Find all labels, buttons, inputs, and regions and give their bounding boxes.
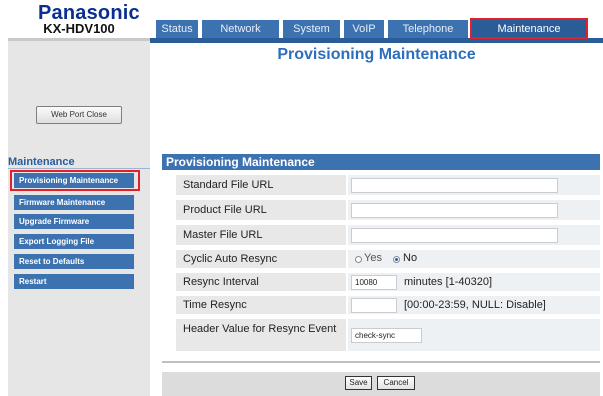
web-port-close-button[interactable]: Web Port Close [36, 106, 122, 124]
resync-yes-radio[interactable] [355, 256, 362, 263]
cancel-button[interactable]: Cancel [377, 376, 415, 390]
header-value-label: Header Value for Resync Event [176, 319, 346, 351]
master-file-url-input[interactable] [351, 228, 558, 243]
product-file-url-input[interactable] [351, 203, 558, 218]
master-file-url-label: Master File URL [176, 225, 346, 245]
nav-item-export-logging-file[interactable]: Export Logging File [14, 234, 134, 249]
standard-file-url-label: Standard File URL [176, 175, 346, 195]
resync-no-label: No [403, 252, 418, 264]
resync-yes-label: Yes [364, 252, 382, 264]
tab-voip[interactable]: VoIP [344, 20, 384, 38]
nav-item-upgrade-firmware[interactable]: Upgrade Firmware [14, 214, 134, 229]
cyclic-auto-resync-label: Cyclic Auto Resync [176, 250, 346, 268]
resync-interval-label: Resync Interval [176, 273, 346, 291]
tab-network[interactable]: Network [202, 20, 279, 38]
resync-no-radio[interactable] [393, 256, 400, 263]
page-title: Provisioning Maintenance [277, 46, 476, 63]
section-header: Provisioning Maintenance [162, 154, 600, 170]
nav-item-firmware-maintenance[interactable]: Firmware Maintenance [14, 195, 134, 210]
tab-system[interactable]: System [283, 20, 340, 38]
time-resync-label: Time Resync [176, 296, 346, 314]
tab-status[interactable]: Status [156, 20, 198, 38]
standard-file-url-input[interactable] [351, 178, 558, 193]
time-resync-hint: [00:00-23:59, NULL: Disable] [404, 299, 546, 311]
nav-title-divider [8, 168, 150, 169]
header-value-input[interactable]: check-sync [351, 328, 422, 343]
resync-interval-input[interactable]: 10080 [351, 275, 397, 290]
left-panel-divider [8, 38, 150, 41]
nav-section-title: Maintenance [8, 156, 75, 168]
time-resync-input[interactable] [351, 298, 397, 313]
product-file-url-label: Product File URL [176, 200, 346, 220]
cyclic-auto-resync-cell [348, 250, 600, 268]
section-bottom-divider [162, 361, 600, 363]
resync-interval-hint: minutes [1-40320] [404, 276, 493, 288]
nav-item-restart[interactable]: Restart [14, 274, 134, 289]
save-button[interactable]: Save [345, 376, 372, 390]
tab-telephone[interactable]: Telephone [388, 20, 468, 38]
tab-bar-underline [150, 38, 603, 43]
tab-maintenance[interactable]: Maintenance [472, 20, 586, 38]
model-name: KX-HDV100 [43, 21, 115, 36]
nav-item-provisioning-maintenance[interactable]: Provisioning Maintenance [14, 173, 134, 188]
nav-item-reset-to-defaults[interactable]: Reset to Defaults [14, 254, 134, 269]
